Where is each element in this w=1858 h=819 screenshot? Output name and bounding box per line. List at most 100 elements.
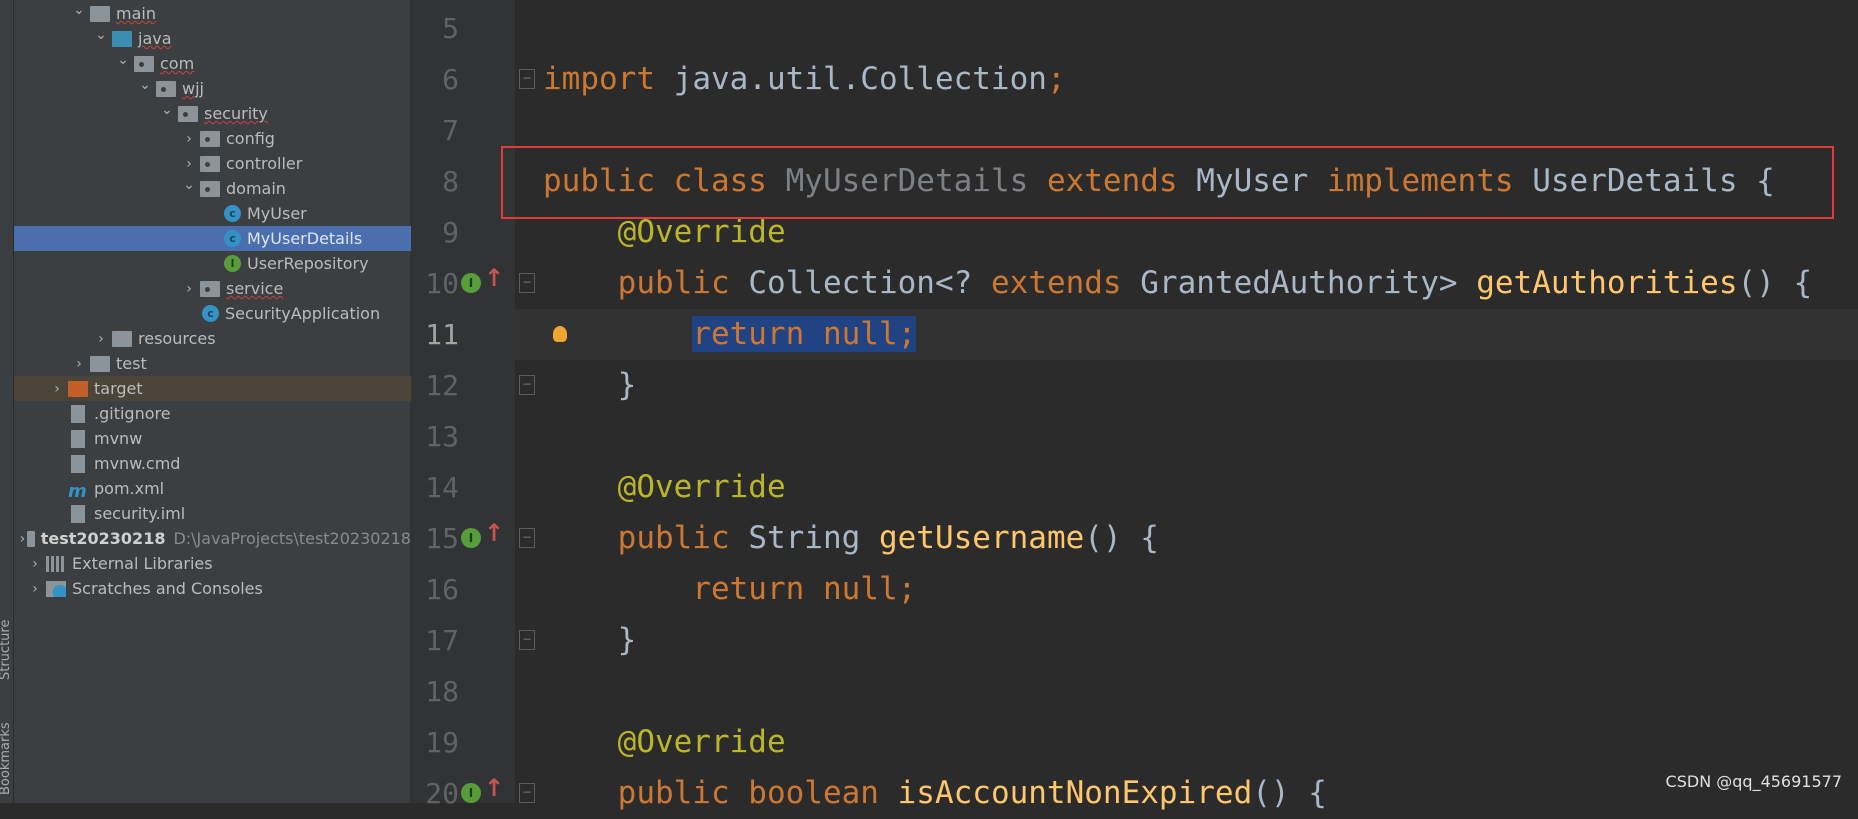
line-number: 19 bbox=[425, 726, 459, 759]
code-line[interactable]: public boolean isAccountNonExpired() { bbox=[543, 768, 1327, 819]
package-icon bbox=[178, 105, 198, 122]
folder-icon bbox=[90, 355, 110, 372]
code-token: public bbox=[617, 265, 749, 301]
tree-item-label: test bbox=[116, 354, 147, 373]
line-number: 13 bbox=[425, 420, 459, 453]
tree-item[interactable]: › controller bbox=[14, 151, 411, 176]
tree-item-label: Scratches and Consoles bbox=[72, 579, 263, 598]
tree-item[interactable]: ⌄ wjj bbox=[14, 76, 411, 101]
implements-method-icon[interactable]: I bbox=[461, 528, 481, 548]
code-line[interactable]: @Override bbox=[543, 462, 786, 513]
fold-collapse-icon[interactable]: − bbox=[519, 69, 535, 89]
tree-item[interactable]: c MyUserDetails bbox=[14, 226, 411, 251]
tree-item[interactable]: ⌄ security bbox=[14, 101, 411, 126]
tree-item[interactable]: .gitignore bbox=[14, 401, 411, 426]
lightbulb-icon[interactable] bbox=[553, 326, 567, 342]
code-line[interactable]: } bbox=[543, 360, 637, 411]
tree-item[interactable]: c SecurityApplication bbox=[14, 301, 411, 326]
chevron-down-icon[interactable]: ⌄ bbox=[112, 52, 134, 68]
package-icon bbox=[134, 55, 154, 72]
chevron-right-icon[interactable]: › bbox=[178, 131, 200, 147]
watermark: CSDN @qq_45691577 bbox=[1665, 772, 1842, 791]
scratches-icon bbox=[46, 580, 66, 597]
tree-item[interactable]: › service bbox=[14, 276, 411, 301]
text-file-icon bbox=[71, 454, 85, 473]
navigate-up-icon[interactable]: ↑ bbox=[484, 774, 504, 802]
code-token: @Override bbox=[617, 214, 786, 250]
code-token: getUsername bbox=[878, 520, 1085, 556]
navigate-up-icon[interactable]: ↑ bbox=[484, 519, 504, 547]
line-number: 18 bbox=[425, 675, 459, 708]
spring-class-icon: c bbox=[202, 305, 219, 322]
code-token: extends bbox=[990, 265, 1141, 301]
tree-item[interactable]: ⌄ domain bbox=[14, 176, 411, 201]
tree-item[interactable]: › config bbox=[14, 126, 411, 151]
fold-collapse-icon[interactable]: − bbox=[519, 528, 535, 548]
code-editor[interactable]: 5 6−7 8 9 10 I ↑ −11 12−13 14 15 I ↑ −16 17−18 19 20 I ↑ − … bbox=[411, 0, 1858, 811]
chevron-right-icon[interactable]: › bbox=[90, 331, 112, 347]
tree-item[interactable]: ⌄ java bbox=[14, 26, 411, 51]
tree-item-label: java bbox=[138, 29, 172, 48]
code-line[interactable]: @Override bbox=[543, 717, 786, 768]
chevron-down-icon[interactable]: ⌄ bbox=[156, 102, 178, 118]
code-token: return null; bbox=[692, 316, 917, 352]
tree-item[interactable]: security.iml bbox=[14, 501, 411, 526]
chevron-down-icon[interactable]: ⌄ bbox=[134, 77, 156, 93]
chevron-down-icon[interactable]: ⌄ bbox=[178, 177, 200, 193]
bookmarks-tab[interactable]: Bookmarks bbox=[0, 722, 13, 795]
iml-file-icon bbox=[71, 504, 85, 523]
tree-item[interactable]: › target bbox=[14, 376, 411, 401]
tree-item[interactable]: › test20230218 D:\JavaProjects\test2023021… bbox=[14, 526, 411, 551]
tree-item-label: service bbox=[226, 279, 284, 298]
tree-item[interactable]: › resources bbox=[14, 326, 411, 351]
source-folder-icon bbox=[112, 30, 132, 47]
tree-item-label: domain bbox=[226, 179, 286, 198]
implements-method-icon[interactable]: I bbox=[461, 783, 481, 803]
chevron-right-icon[interactable]: › bbox=[18, 531, 27, 547]
tree-item-label: UserRepository bbox=[247, 254, 369, 273]
chevron-down-icon[interactable]: ⌄ bbox=[68, 2, 90, 18]
chevron-right-icon[interactable]: › bbox=[46, 381, 68, 397]
code-token: @Override bbox=[617, 469, 786, 505]
package-icon bbox=[200, 180, 220, 197]
code-line[interactable]: public Collection<? extends GrantedAutho… bbox=[543, 258, 1813, 309]
fold-collapse-icon[interactable]: − bbox=[519, 783, 535, 803]
chevron-right-icon[interactable]: › bbox=[24, 556, 46, 572]
code-line[interactable]: import java.util.Collection; bbox=[543, 54, 1066, 105]
code-line[interactable]: public String getUsername() { bbox=[543, 513, 1159, 564]
tree-item[interactable]: mvnw.cmd bbox=[14, 451, 411, 476]
tree-item-label: security.iml bbox=[94, 504, 186, 523]
fold-collapse-icon[interactable]: − bbox=[519, 273, 535, 293]
fold-end-icon[interactable]: − bbox=[519, 630, 535, 650]
chevron-right-icon[interactable]: › bbox=[68, 356, 90, 372]
tree-item[interactable]: › External Libraries bbox=[14, 551, 411, 576]
code-token: () { bbox=[1084, 520, 1159, 556]
fold-end-icon[interactable]: − bbox=[519, 375, 535, 395]
tree-item[interactable]: ⌄ main bbox=[14, 1, 411, 26]
code-line[interactable]: return null; bbox=[543, 564, 916, 615]
line-number: 12 bbox=[425, 369, 459, 402]
tree-item[interactable]: I UserRepository bbox=[14, 251, 411, 276]
line-number: 6 bbox=[442, 63, 459, 96]
chevron-down-icon[interactable]: ⌄ bbox=[90, 27, 112, 43]
tree-item-label: MyUserDetails bbox=[247, 229, 363, 248]
line-number: 5 bbox=[442, 12, 459, 45]
tree-item[interactable]: ⌄ com bbox=[14, 51, 411, 76]
code-line[interactable]: return null; bbox=[543, 309, 917, 360]
tree-item[interactable]: c MyUser bbox=[14, 201, 411, 226]
tree-item[interactable]: m pom.xml bbox=[14, 476, 411, 502]
package-icon bbox=[200, 155, 220, 172]
chevron-right-icon[interactable]: › bbox=[24, 581, 46, 597]
implements-method-icon[interactable]: I bbox=[461, 273, 481, 293]
tree-item[interactable]: › Scratches and Consoles bbox=[14, 576, 411, 601]
structure-tab[interactable]: Structure bbox=[0, 620, 13, 680]
chevron-right-icon[interactable]: › bbox=[178, 281, 200, 297]
tree-item[interactable]: mvnw bbox=[14, 426, 411, 451]
tree-item[interactable]: › test bbox=[14, 351, 411, 376]
code-line[interactable]: } bbox=[543, 615, 637, 666]
chevron-right-icon[interactable]: › bbox=[178, 156, 200, 172]
navigate-up-icon[interactable]: ↑ bbox=[484, 264, 504, 292]
code-token: GrantedAuthority> bbox=[1140, 265, 1477, 301]
resources-folder-icon bbox=[112, 330, 132, 347]
